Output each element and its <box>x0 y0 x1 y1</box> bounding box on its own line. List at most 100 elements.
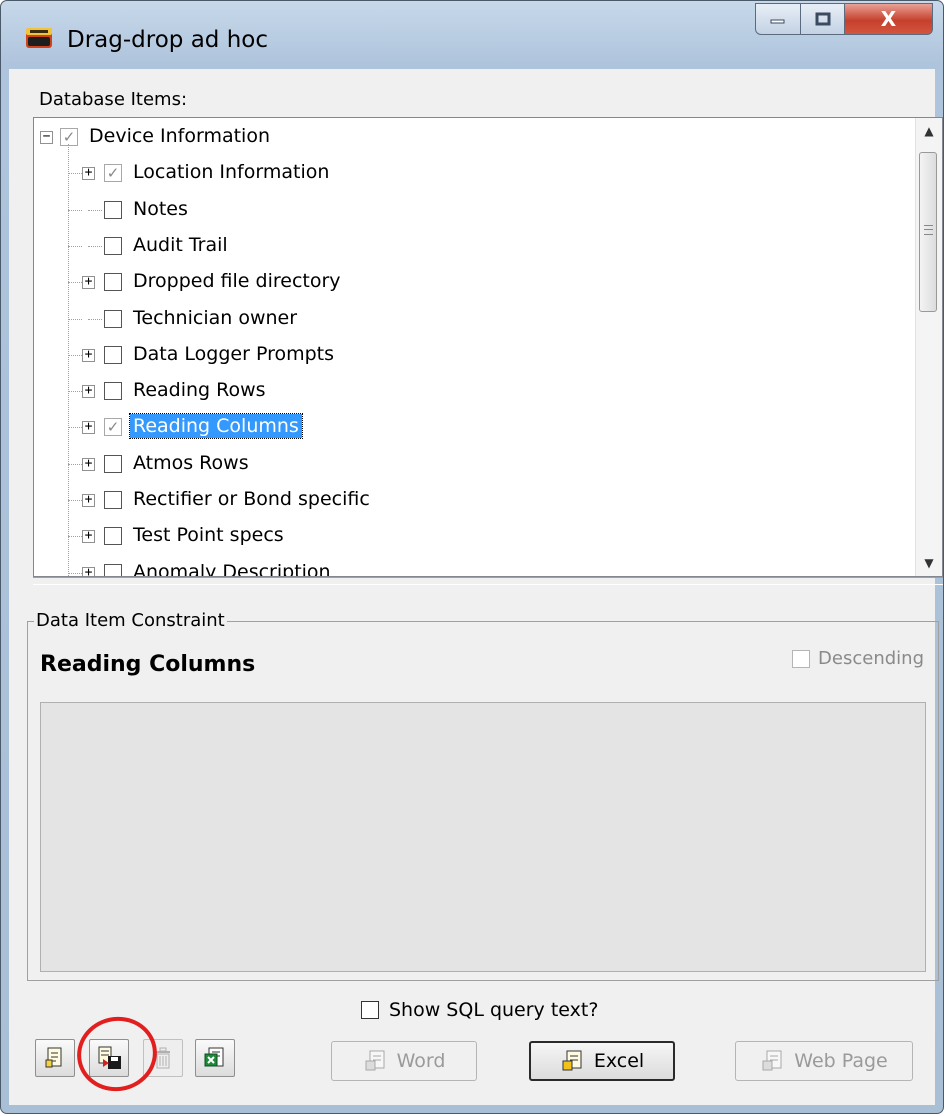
title-bar[interactable]: Drag-drop ad hoc X <box>1 1 943 69</box>
tree-connector <box>68 427 82 429</box>
tree-item-label[interactable]: Device Information <box>86 124 273 148</box>
tree-vertical-scrollbar[interactable]: ▲ ▼ <box>915 118 942 576</box>
tree-item[interactable]: + ✓ Location Information <box>34 156 914 190</box>
constraint-item-title: Reading Columns <box>40 652 256 677</box>
word-button[interactable]: Word <box>331 1041 477 1081</box>
show-sql-option[interactable]: Show SQL query text? <box>361 999 598 1021</box>
descending-checkbox <box>792 649 811 668</box>
expand-icon[interactable]: + <box>82 493 95 507</box>
word-doc-icon <box>365 1050 385 1071</box>
scroll-down-icon[interactable]: ▼ <box>916 550 942 576</box>
tree-item-checkbox[interactable]: ✓ <box>60 128 78 146</box>
tree-item[interactable]: Notes <box>34 193 914 227</box>
word-button-label: Word <box>396 1050 446 1072</box>
excel-export-button[interactable] <box>195 1039 235 1077</box>
tree-item-label[interactable]: Location Information <box>130 160 332 184</box>
dialog-window: Drag-drop ad hoc X Database Items: − ✓ Dev… <box>0 0 944 1114</box>
tree-item-checkbox[interactable] <box>104 236 122 255</box>
web-page-button-label: Web Page <box>794 1050 888 1072</box>
tree-item-checkbox[interactable] <box>104 563 122 576</box>
expand-icon[interactable]: + <box>82 348 95 362</box>
web-page-button[interactable]: Web Page <box>735 1041 913 1081</box>
tree-item-checkbox[interactable] <box>104 454 122 473</box>
tree-connector <box>68 173 82 175</box>
minimize-button[interactable] <box>755 3 801 35</box>
tree-connector <box>68 354 82 356</box>
constraint-editor-area[interactable] <box>40 702 926 972</box>
excel-button[interactable]: Excel <box>529 1041 675 1081</box>
new-report-icon <box>45 1047 62 1068</box>
close-icon: X <box>880 7 897 31</box>
tree-item[interactable]: + Dropped file directory <box>34 265 914 299</box>
tree-item-checkbox[interactable] <box>104 273 122 292</box>
tree-item[interactable]: + Data Logger Prompts <box>34 338 914 372</box>
close-button[interactable]: X <box>845 3 933 35</box>
tree-item-label[interactable]: Rectifier or Bond specific <box>130 487 373 511</box>
tree-connector <box>68 572 82 574</box>
tree-connector <box>88 245 102 247</box>
tree-item[interactable]: + Rectifier or Bond specific <box>34 483 914 517</box>
expand-icon[interactable]: + <box>82 566 95 576</box>
tree-connector <box>68 391 82 393</box>
tree-item-checkbox[interactable] <box>104 527 122 546</box>
grip-icon <box>924 225 933 235</box>
app-icon <box>26 28 52 48</box>
maximize-icon <box>815 12 830 26</box>
tree-item-checkbox[interactable] <box>104 345 122 364</box>
tree-item[interactable]: Technician owner <box>34 302 914 336</box>
tree-item-label[interactable]: Reading Rows <box>130 378 269 402</box>
tree-item-label[interactable]: Technician owner <box>130 306 300 330</box>
tree-item-label[interactable]: Notes <box>130 197 191 221</box>
expand-icon[interactable]: + <box>82 457 95 471</box>
annotation-circle <box>70 1009 164 1099</box>
expand-icon[interactable]: + <box>82 275 95 290</box>
tree-item-label[interactable]: Dropped file directory <box>130 269 344 293</box>
tree-item-label[interactable]: Data Logger Prompts <box>130 342 337 366</box>
tree-item-label[interactable]: Anomaly Description <box>130 560 334 576</box>
tree-connector <box>68 500 82 501</box>
excel-doc-icon <box>562 1050 582 1071</box>
tree-item-label[interactable]: Reading Columns <box>129 413 303 440</box>
collapse-icon[interactable]: − <box>40 130 53 144</box>
expand-icon[interactable]: + <box>82 420 95 435</box>
show-sql-checkbox[interactable] <box>361 1001 379 1019</box>
tree-item-checkbox[interactable]: ✓ <box>104 164 122 183</box>
tree-root-item[interactable]: − ✓ Device Information <box>34 120 914 154</box>
tree-item-checkbox[interactable] <box>104 309 122 328</box>
scroll-thumb[interactable] <box>919 152 937 312</box>
tree-item[interactable]: + Reading Rows <box>34 374 914 408</box>
tree-item-checkbox[interactable] <box>104 491 122 509</box>
tree-item[interactable]: + Anomaly Description <box>34 556 914 576</box>
expand-icon[interactable]: + <box>82 384 95 399</box>
tree-item-checkbox[interactable] <box>104 200 122 219</box>
tree-item-label[interactable]: Audit Trail <box>130 233 231 257</box>
dialog-client: Database Items: − ✓ Device Information + ✓ Lo… <box>9 69 943 1105</box>
tree-item[interactable]: Audit Trail <box>34 229 914 263</box>
show-sql-label[interactable]: Show SQL query text? <box>389 999 598 1021</box>
excel-export-icon <box>204 1047 224 1067</box>
descending-option: Descending <box>792 648 924 669</box>
tree-item[interactable]: + ✓ Reading Columns <box>34 410 914 444</box>
tree-item-label[interactable]: Atmos Rows <box>130 451 252 475</box>
tree-connector <box>68 209 82 211</box>
expand-icon[interactable]: + <box>82 529 95 544</box>
expand-icon[interactable]: + <box>82 166 95 181</box>
tree-item-checkbox[interactable]: ✓ <box>104 418 122 437</box>
minimize-icon <box>770 19 785 24</box>
maximize-button[interactable] <box>801 3 845 35</box>
new-report-button[interactable] <box>35 1039 75 1077</box>
tree-item-label[interactable]: Test Point specs <box>130 523 287 547</box>
tree-item[interactable]: + Test Point specs <box>34 519 914 553</box>
database-items-tree[interactable]: − ✓ Device Information + ✓ Location Informati… <box>33 117 943 577</box>
tree-connector <box>68 463 82 465</box>
scroll-up-icon[interactable]: ▲ <box>916 118 942 144</box>
tree-item-checkbox[interactable] <box>104 382 122 401</box>
database-items-label: Database Items: <box>39 89 188 110</box>
tree-connector <box>88 209 102 211</box>
tree-guide-line <box>68 144 69 576</box>
tree-connector <box>68 245 82 247</box>
tree-connector <box>88 318 102 320</box>
tree-item[interactable]: + Atmos Rows <box>34 447 914 481</box>
excel-button-label: Excel <box>593 1050 645 1072</box>
pane-splitter[interactable] <box>33 577 943 585</box>
